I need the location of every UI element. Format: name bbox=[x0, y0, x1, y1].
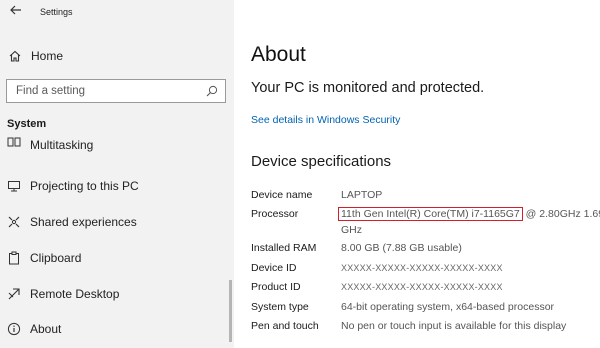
app-title: Settings bbox=[40, 7, 73, 17]
spec-value-device-name: LAPTOP bbox=[341, 189, 383, 201]
processor-speed-wrap: GHz bbox=[341, 224, 362, 236]
sidebar-scrollbar[interactable] bbox=[229, 280, 232, 342]
spec-value-processor: 11th Gen Intel(R) Core(TM) i7-1165G7 @ 2… bbox=[338, 207, 600, 221]
search-input[interactable] bbox=[7, 80, 197, 102]
search-box bbox=[6, 79, 226, 103]
specs-heading: Device specifications bbox=[251, 153, 392, 170]
sidebar-item-label: Home bbox=[31, 49, 64, 63]
section-header: System bbox=[7, 118, 47, 130]
title-bar: Settings bbox=[0, 0, 234, 28]
home-icon bbox=[9, 50, 21, 62]
spec-label-installed-ram: Installed RAM bbox=[251, 242, 317, 254]
back-arrow-icon bbox=[10, 5, 21, 15]
sidebar-item-label: Shared experiences bbox=[30, 215, 137, 229]
sidebar: Settings Home System Multitasking Projec… bbox=[0, 0, 234, 348]
sidebar-item-projecting[interactable]: Projecting to this PC bbox=[0, 171, 234, 201]
sidebar-item-remote-desktop[interactable]: Remote Desktop bbox=[0, 279, 234, 309]
sidebar-item-label: Projecting to this PC bbox=[30, 179, 139, 193]
multitasking-icon bbox=[7, 137, 21, 147]
page-title: About bbox=[251, 43, 306, 66]
spec-label-product-id: Product ID bbox=[251, 281, 301, 293]
clipboard-icon bbox=[9, 251, 19, 265]
remote-desktop-icon bbox=[8, 288, 20, 300]
sidebar-item-clipboard[interactable]: Clipboard bbox=[0, 243, 234, 273]
projecting-icon bbox=[8, 181, 20, 192]
sidebar-item-shared-experiences[interactable]: Shared experiences bbox=[0, 207, 234, 237]
sidebar-item-label: Multitasking bbox=[30, 138, 94, 152]
main-content: About Your PC is monitored and protected… bbox=[234, 0, 600, 348]
spec-label-device-id: Device ID bbox=[251, 262, 297, 274]
spec-label-pen-touch: Pen and touch bbox=[251, 320, 319, 332]
spec-value-device-id: XXXXX-XXXXX-XXXXX-XXXXX-XXXX bbox=[341, 263, 503, 273]
spec-value-installed-ram: 8.00 GB (7.88 GB usable) bbox=[341, 242, 462, 254]
processor-speed: @ 2.80GHz 1.69 bbox=[522, 208, 600, 220]
back-button[interactable] bbox=[7, 3, 25, 21]
spec-value-product-id: XXXXX-XXXXX-XXXXX-XXXXX-XXXX bbox=[341, 282, 503, 292]
spec-label-device-name: Device name bbox=[251, 189, 313, 201]
shared-experiences-icon bbox=[8, 216, 20, 228]
info-icon bbox=[7, 322, 21, 336]
sidebar-item-label: Remote Desktop bbox=[30, 287, 120, 301]
security-details-link[interactable]: See details in Windows Security bbox=[251, 114, 400, 126]
sidebar-item-label: Clipboard bbox=[30, 251, 82, 265]
search-icon[interactable] bbox=[206, 85, 218, 97]
spec-value-pen-touch: No pen or touch input is available for t… bbox=[341, 320, 567, 332]
sidebar-item-home[interactable]: Home bbox=[0, 41, 234, 71]
spec-label-processor: Processor bbox=[251, 208, 299, 220]
sidebar-item-label: About bbox=[30, 322, 62, 336]
protection-status: Your PC is monitored and protected. bbox=[251, 80, 485, 96]
spec-value-system-type: 64-bit operating system, x64-based proce… bbox=[341, 301, 555, 313]
sidebar-item-about[interactable]: About bbox=[0, 314, 234, 344]
spec-label-system-type: System type bbox=[251, 301, 309, 313]
sidebar-item-multitasking[interactable]: Multitasking bbox=[0, 137, 234, 157]
processor-highlight: 11th Gen Intel(R) Core(TM) i7-1165G7 bbox=[338, 207, 523, 221]
